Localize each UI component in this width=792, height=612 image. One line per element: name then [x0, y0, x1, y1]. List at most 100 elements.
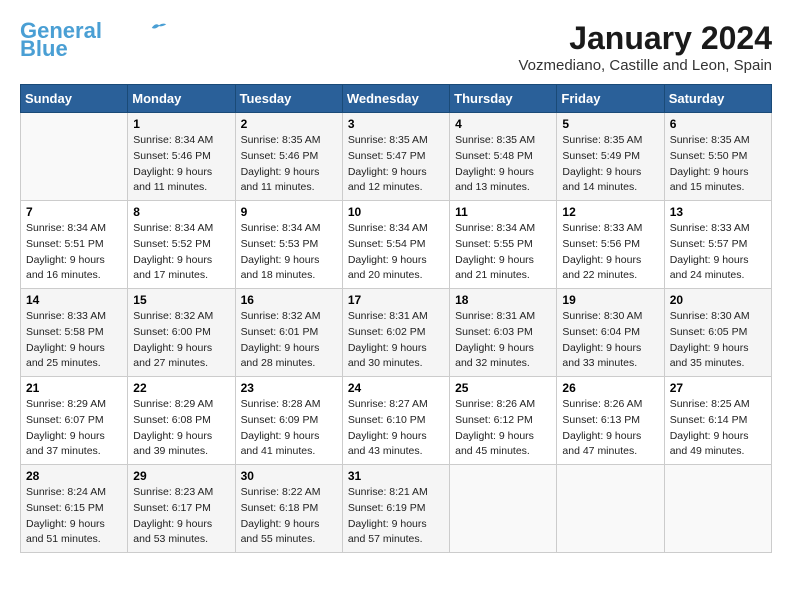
day-number: 28	[26, 469, 122, 483]
calendar-cell: 31 Sunrise: 8:21 AM Sunset: 6:19 PM Dayli…	[342, 465, 449, 553]
page-header: General Blue January 2024 Vozmediano, Ca…	[20, 20, 772, 74]
calendar-cell: 26Sunrise: 8:26 AM Sunset: 6:13 PM Dayli…	[557, 377, 664, 465]
day-info: Sunrise: 8:31 AM Sunset: 6:03 PM Dayligh…	[455, 309, 551, 372]
calendar-cell: 23Sunrise: 8:28 AM Sunset: 6:09 PM Dayli…	[235, 377, 342, 465]
header-monday: Monday	[128, 85, 235, 113]
day-info: Sunrise: 8:35 AM Sunset: 5:49 PM Dayligh…	[562, 133, 658, 196]
calendar-cell: 9 Sunrise: 8:34 AM Sunset: 5:53 PM Daylig…	[235, 201, 342, 289]
calendar-cell	[450, 465, 557, 553]
day-number: 10	[348, 205, 444, 219]
day-number: 20	[670, 293, 766, 307]
day-number: 21	[26, 381, 122, 395]
calendar-cell: 14Sunrise: 8:33 AM Sunset: 5:58 PM Dayli…	[21, 289, 128, 377]
calendar-cell: 20 Sunrise: 8:30 AM Sunset: 6:05 PM Dayli…	[664, 289, 771, 377]
calendar-week-row: 14Sunrise: 8:33 AM Sunset: 5:58 PM Dayli…	[21, 289, 772, 377]
calendar-cell: 11 Sunrise: 8:34 AM Sunset: 5:55 PM Dayli…	[450, 201, 557, 289]
day-info: Sunrise: 8:35 AM Sunset: 5:46 PM Dayligh…	[241, 133, 337, 196]
day-number: 27	[670, 381, 766, 395]
logo: General Blue	[20, 20, 168, 60]
calendar-cell: 16 Sunrise: 8:32 AM Sunset: 6:01 PM Dayli…	[235, 289, 342, 377]
calendar-table: SundayMondayTuesdayWednesdayThursdayFrid…	[20, 84, 772, 553]
calendar-cell: 24Sunrise: 8:27 AM Sunset: 6:10 PM Dayli…	[342, 377, 449, 465]
day-info: Sunrise: 8:33 AM Sunset: 5:57 PM Dayligh…	[670, 221, 766, 284]
day-info: Sunrise: 8:35 AM Sunset: 5:48 PM Dayligh…	[455, 133, 551, 196]
day-info: Sunrise: 8:29 AM Sunset: 6:07 PM Dayligh…	[26, 397, 122, 460]
calendar-cell: 30 Sunrise: 8:22 AM Sunset: 6:18 PM Dayli…	[235, 465, 342, 553]
day-info: Sunrise: 8:32 AM Sunset: 6:01 PM Dayligh…	[241, 309, 337, 372]
day-number: 15	[133, 293, 229, 307]
calendar-cell: 22Sunrise: 8:29 AM Sunset: 6:08 PM Dayli…	[128, 377, 235, 465]
calendar-cell	[21, 113, 128, 201]
day-number: 13	[670, 205, 766, 219]
logo-blue: Blue	[20, 38, 68, 60]
calendar-cell: 19Sunrise: 8:30 AM Sunset: 6:04 PM Dayli…	[557, 289, 664, 377]
day-info: Sunrise: 8:33 AM Sunset: 5:56 PM Dayligh…	[562, 221, 658, 284]
calendar-cell: 29 Sunrise: 8:23 AM Sunset: 6:17 PM Dayli…	[128, 465, 235, 553]
header-sunday: Sunday	[21, 85, 128, 113]
calendar-header-row: SundayMondayTuesdayWednesdayThursdayFrid…	[21, 85, 772, 113]
day-info: Sunrise: 8:26 AM Sunset: 6:12 PM Dayligh…	[455, 397, 551, 460]
day-number: 12	[562, 205, 658, 219]
day-info: Sunrise: 8:34 AM Sunset: 5:55 PM Dayligh…	[455, 221, 551, 284]
calendar-title: January 2024	[518, 20, 772, 57]
day-info: Sunrise: 8:23 AM Sunset: 6:17 PM Dayligh…	[133, 485, 229, 548]
calendar-cell: 13 Sunrise: 8:33 AM Sunset: 5:57 PM Dayli…	[664, 201, 771, 289]
day-info: Sunrise: 8:35 AM Sunset: 5:50 PM Dayligh…	[670, 133, 766, 196]
calendar-cell: 1 Sunrise: 8:34 AM Sunset: 5:46 PM Daylig…	[128, 113, 235, 201]
day-number: 17	[348, 293, 444, 307]
header-friday: Friday	[557, 85, 664, 113]
day-number: 9	[241, 205, 337, 219]
calendar-cell: 10 Sunrise: 8:34 AM Sunset: 5:54 PM Dayli…	[342, 201, 449, 289]
day-number: 14	[26, 293, 122, 307]
day-number: 24	[348, 381, 444, 395]
day-number: 16	[241, 293, 337, 307]
day-number: 2	[241, 117, 337, 131]
day-info: Sunrise: 8:30 AM Sunset: 6:05 PM Dayligh…	[670, 309, 766, 372]
day-info: Sunrise: 8:35 AM Sunset: 5:47 PM Dayligh…	[348, 133, 444, 196]
calendar-cell: 7 Sunrise: 8:34 AM Sunset: 5:51 PM Daylig…	[21, 201, 128, 289]
day-info: Sunrise: 8:28 AM Sunset: 6:09 PM Dayligh…	[241, 397, 337, 460]
day-number: 5	[562, 117, 658, 131]
calendar-cell: 2 Sunrise: 8:35 AM Sunset: 5:46 PM Daylig…	[235, 113, 342, 201]
calendar-cell: 25Sunrise: 8:26 AM Sunset: 6:12 PM Dayli…	[450, 377, 557, 465]
day-info: Sunrise: 8:34 AM Sunset: 5:51 PM Dayligh…	[26, 221, 122, 284]
calendar-cell: 28 Sunrise: 8:24 AM Sunset: 6:15 PM Dayli…	[21, 465, 128, 553]
calendar-cell: 17Sunrise: 8:31 AM Sunset: 6:02 PM Dayli…	[342, 289, 449, 377]
day-info: Sunrise: 8:32 AM Sunset: 6:00 PM Dayligh…	[133, 309, 229, 372]
day-number: 11	[455, 205, 551, 219]
day-info: Sunrise: 8:34 AM Sunset: 5:54 PM Dayligh…	[348, 221, 444, 284]
day-number: 1	[133, 117, 229, 131]
header-saturday: Saturday	[664, 85, 771, 113]
calendar-cell	[557, 465, 664, 553]
title-section: January 2024 Vozmediano, Castille and Le…	[518, 20, 772, 74]
day-number: 31	[348, 469, 444, 483]
day-info: Sunrise: 8:34 AM Sunset: 5:52 PM Dayligh…	[133, 221, 229, 284]
day-number: 7	[26, 205, 122, 219]
calendar-cell: 18 Sunrise: 8:31 AM Sunset: 6:03 PM Dayli…	[450, 289, 557, 377]
day-info: Sunrise: 8:21 AM Sunset: 6:19 PM Dayligh…	[348, 485, 444, 548]
calendar-cell: 6Sunrise: 8:35 AM Sunset: 5:50 PM Daylig…	[664, 113, 771, 201]
day-number: 8	[133, 205, 229, 219]
header-wednesday: Wednesday	[342, 85, 449, 113]
calendar-cell: 8 Sunrise: 8:34 AM Sunset: 5:52 PM Daylig…	[128, 201, 235, 289]
day-number: 19	[562, 293, 658, 307]
day-info: Sunrise: 8:24 AM Sunset: 6:15 PM Dayligh…	[26, 485, 122, 548]
calendar-week-row: 28 Sunrise: 8:24 AM Sunset: 6:15 PM Dayli…	[21, 465, 772, 553]
day-number: 29	[133, 469, 229, 483]
day-info: Sunrise: 8:34 AM Sunset: 5:46 PM Dayligh…	[133, 133, 229, 196]
calendar-cell: 5 Sunrise: 8:35 AM Sunset: 5:49 PM Daylig…	[557, 113, 664, 201]
calendar-week-row: 7 Sunrise: 8:34 AM Sunset: 5:51 PM Daylig…	[21, 201, 772, 289]
header-thursday: Thursday	[450, 85, 557, 113]
day-number: 18	[455, 293, 551, 307]
calendar-week-row: 21 Sunrise: 8:29 AM Sunset: 6:07 PM Dayli…	[21, 377, 772, 465]
calendar-cell: 15 Sunrise: 8:32 AM Sunset: 6:00 PM Dayli…	[128, 289, 235, 377]
day-info: Sunrise: 8:34 AM Sunset: 5:53 PM Dayligh…	[241, 221, 337, 284]
day-number: 22	[133, 381, 229, 395]
calendar-cell: 12 Sunrise: 8:33 AM Sunset: 5:56 PM Dayli…	[557, 201, 664, 289]
day-info: Sunrise: 8:22 AM Sunset: 6:18 PM Dayligh…	[241, 485, 337, 548]
logo-bird-icon	[150, 20, 168, 34]
day-number: 26	[562, 381, 658, 395]
day-number: 30	[241, 469, 337, 483]
calendar-cell: 21 Sunrise: 8:29 AM Sunset: 6:07 PM Dayli…	[21, 377, 128, 465]
calendar-subtitle: Vozmediano, Castille and Leon, Spain	[518, 57, 772, 74]
